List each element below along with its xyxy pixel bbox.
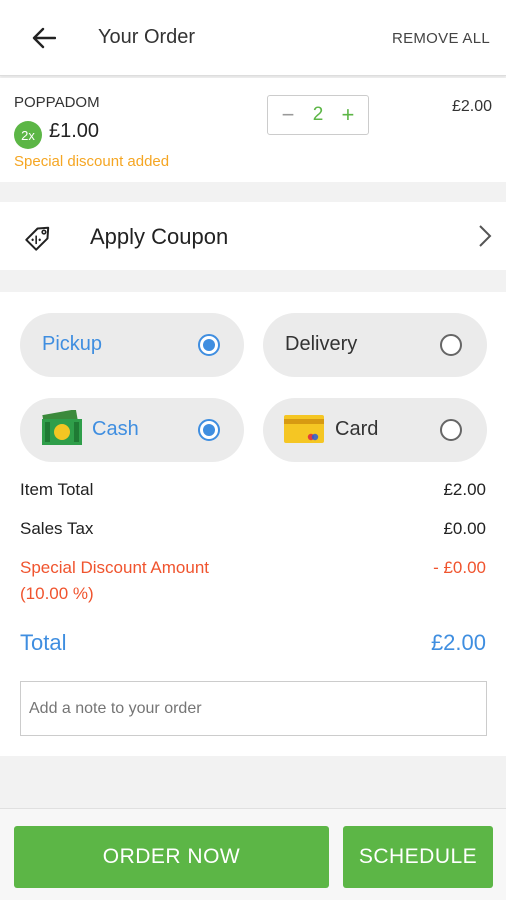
quantity-value: 2	[312, 104, 324, 125]
pickup-radio[interactable]	[198, 334, 220, 356]
footer-actions: ORDER NOW SCHEDULE	[0, 808, 506, 900]
item-total-value: £2.00	[443, 480, 486, 499]
item-total-label: Item Total	[20, 480, 94, 499]
cash-icon	[42, 410, 82, 445]
unit-price: £1.00	[49, 120, 100, 142]
apply-coupon-label: Apply Coupon	[90, 224, 229, 249]
decrease-quantity-button[interactable]: −	[278, 102, 298, 128]
cash-label: Cash	[92, 418, 139, 440]
order-note-input[interactable]	[20, 681, 487, 736]
total-label: Total	[20, 630, 67, 655]
discount-note: Special discount added	[14, 153, 170, 170]
arrow-left-icon	[32, 27, 56, 49]
schedule-button[interactable]: SCHEDULE	[343, 826, 493, 888]
chevron-right-icon	[479, 225, 492, 247]
sales-tax-value: £0.00	[443, 519, 486, 538]
delivery-radio[interactable]	[440, 334, 462, 356]
discount-value: - £0.00	[433, 558, 486, 577]
card-radio[interactable]	[440, 419, 462, 441]
line-total: £2.00	[451, 98, 492, 115]
card-label: Card	[335, 418, 379, 440]
sales-tax-label: Sales Tax	[20, 519, 94, 538]
checkout-panel: Pickup Delivery Cash Card Item Total £2.…	[0, 292, 506, 756]
back-button[interactable]	[28, 24, 60, 52]
remove-all-button[interactable]: REMOVE ALL	[392, 30, 490, 47]
order-item: POPPADOM 2x £1.00 Special discount added…	[0, 78, 506, 182]
item-name: POPPADOM	[14, 94, 100, 111]
apply-coupon-row[interactable]: Apply Coupon	[0, 202, 506, 270]
order-now-button[interactable]: ORDER NOW	[14, 826, 329, 888]
quantity-badge: 2x	[14, 121, 42, 149]
page-title: Your Order	[98, 26, 196, 48]
delivery-label: Delivery	[285, 333, 358, 355]
cash-option[interactable]: Cash	[20, 398, 244, 462]
quantity-stepper: − 2 +	[267, 95, 369, 135]
discount-label: Special Discount Amount	[20, 558, 209, 577]
coupon-tag-icon	[25, 226, 50, 251]
pickup-option[interactable]: Pickup	[20, 313, 244, 377]
top-bar: Your Order REMOVE ALL	[0, 0, 506, 76]
card-option[interactable]: Card	[263, 398, 487, 462]
pickup-label: Pickup	[42, 333, 103, 355]
delivery-option[interactable]: Delivery	[263, 313, 487, 377]
discount-percent: (10.00 %)	[20, 584, 94, 603]
cash-radio[interactable]	[198, 419, 220, 441]
credit-card-icon	[284, 415, 324, 443]
total-value: £2.00	[430, 630, 486, 655]
increase-quantity-button[interactable]: +	[338, 102, 358, 128]
